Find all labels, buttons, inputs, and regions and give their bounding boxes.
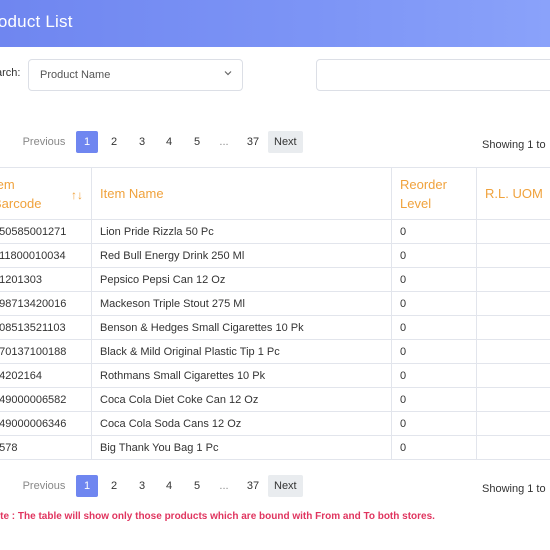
table-row[interactable]: 311800010034 Red Bull Energy Drink 250 M…	[0, 243, 550, 268]
cell-barcode: 01201303	[0, 267, 92, 292]
page-1-button[interactable]: 1	[76, 131, 98, 153]
table-row[interactable]: 798713420016 Mackeson Triple Stout 275 M…	[0, 291, 550, 316]
pagination-ellipsis: ...	[219, 136, 229, 148]
page-37-button[interactable]: 37	[241, 131, 265, 153]
cell-barcode: 070137100188	[0, 339, 92, 364]
table-row[interactable]: 049000006582 Coca Cola Diet Coke Can 12 …	[0, 387, 550, 412]
cell-barcode: 350585001271	[0, 219, 92, 244]
pagination-top: Previous 1 2 3 4 5 ... 37 Next	[0, 131, 310, 153]
cell-item-name: Pepsico Pepsi Can 12 Oz	[91, 267, 392, 292]
table-row[interactable]: 350585001271 Lion Pride Rizzla 50 Pc 0	[0, 219, 550, 244]
page-2-button[interactable]: 2	[103, 131, 125, 153]
column-header-label: R.L. UOM	[485, 186, 543, 201]
column-header-label: Item Name	[100, 186, 164, 201]
cell-barcode: 708513521103	[0, 315, 92, 340]
cell-rl-uom	[476, 243, 550, 268]
cell-rl-uom	[476, 435, 550, 460]
cell-barcode: 049000006346	[0, 411, 92, 436]
cell-item-name: Lion Pride Rizzla 50 Pc	[91, 219, 392, 244]
page-3-button[interactable]: 3	[131, 475, 153, 497]
cell-rl-uom	[476, 387, 550, 412]
next-button[interactable]: Next	[268, 475, 303, 497]
cell-rl-uom	[476, 267, 550, 292]
table-row[interactable]: 049000006346 Coca Cola Soda Cans 12 Oz 0	[0, 411, 550, 436]
next-button[interactable]: Next	[268, 131, 303, 153]
page-37-button[interactable]: 37	[241, 475, 265, 497]
cell-reorder-level: 0	[391, 315, 477, 340]
chevron-down-icon	[224, 71, 232, 76]
cell-reorder-level: 0	[391, 243, 477, 268]
cell-item-name: Black & Mild Original Plastic Tip 1 Pc	[91, 339, 392, 364]
cell-item-name: Red Bull Energy Drink 250 Ml	[91, 243, 392, 268]
table-row[interactable]: 1578 Big Thank You Bag 1 Pc 0	[0, 435, 550, 460]
table-row[interactable]: 070137100188 Black & Mild Original Plast…	[0, 339, 550, 364]
page-header: roduct List	[0, 0, 550, 47]
search-label: arch:	[0, 67, 21, 79]
previous-button[interactable]: Previous	[12, 131, 76, 153]
table-row[interactable]: 708513521103 Benson & Hedges Small Cigar…	[0, 315, 550, 340]
cell-rl-uom	[476, 315, 550, 340]
cell-rl-uom	[476, 411, 550, 436]
cell-barcode: 798713420016	[0, 291, 92, 316]
cell-reorder-level: 0	[391, 339, 477, 364]
cell-item-name: Benson & Hedges Small Cigarettes 10 Pk	[91, 315, 392, 340]
column-header-label: tem	[0, 176, 15, 192]
column-header-item-name[interactable]: Item Name	[91, 167, 392, 220]
showing-entries-text: Showing 1 to	[482, 483, 546, 495]
pagination-bottom: Previous 1 2 3 4 5 ... 37 Next	[0, 475, 310, 497]
page-1-button[interactable]: 1	[76, 475, 98, 497]
table-header-row: tem Barcode ↑↓ Item Name Reorder Level R…	[0, 167, 550, 220]
store-binding-note: ote : The table will show only those pro…	[0, 511, 435, 522]
cell-item-name: Rothmans Small Cigarettes 10 Pk	[91, 363, 392, 388]
cell-rl-uom	[476, 339, 550, 364]
cell-item-name: Big Thank You Bag 1 Pc	[91, 435, 392, 460]
table-row[interactable]: 74202164 Rothmans Small Cigarettes 10 Pk…	[0, 363, 550, 388]
pagination-ellipsis: ...	[219, 480, 229, 492]
cell-reorder-level: 0	[391, 411, 477, 436]
cell-rl-uom	[476, 219, 550, 244]
column-header-item-barcode[interactable]: tem Barcode ↑↓	[0, 167, 92, 220]
search-field-select[interactable]: Product Name	[28, 59, 243, 91]
cell-reorder-level: 0	[391, 435, 477, 460]
page-4-button[interactable]: 4	[158, 475, 180, 497]
cell-item-name: Coca Cola Diet Coke Can 12 Oz	[91, 387, 392, 412]
search-input[interactable]	[316, 59, 550, 91]
table-row[interactable]: 01201303 Pepsico Pepsi Can 12 Oz 0	[0, 267, 550, 292]
page-4-button[interactable]: 4	[158, 131, 180, 153]
column-header-label: Reorder	[400, 176, 447, 192]
cell-reorder-level: 0	[391, 387, 477, 412]
page-5-button[interactable]: 5	[186, 475, 208, 497]
cell-reorder-level: 0	[391, 267, 477, 292]
cell-reorder-level: 0	[391, 291, 477, 316]
cell-barcode: 1578	[0, 435, 92, 460]
cell-item-name: Mackeson Triple Stout 275 Ml	[91, 291, 392, 316]
cell-reorder-level: 0	[391, 363, 477, 388]
page-2-button[interactable]: 2	[103, 475, 125, 497]
search-field-value: Product Name	[40, 69, 111, 81]
page-3-button[interactable]: 3	[131, 131, 153, 153]
column-header-rl-uom[interactable]: R.L. UOM	[476, 167, 550, 220]
page-title: roduct List	[0, 12, 73, 31]
showing-entries-text: Showing 1 to	[482, 139, 546, 151]
cell-barcode: 74202164	[0, 363, 92, 388]
page-5-button[interactable]: 5	[186, 131, 208, 153]
cell-barcode: 049000006582	[0, 387, 92, 412]
column-header-reorder-level[interactable]: Reorder Level	[391, 167, 477, 220]
cell-barcode: 311800010034	[0, 243, 92, 268]
cell-item-name: Coca Cola Soda Cans 12 Oz	[91, 411, 392, 436]
column-header-label: Level	[400, 195, 432, 211]
previous-button[interactable]: Previous	[12, 475, 76, 497]
product-table: tem Barcode ↑↓ Item Name Reorder Level R…	[0, 167, 550, 460]
cell-rl-uom	[476, 363, 550, 388]
cell-rl-uom	[476, 291, 550, 316]
cell-reorder-level: 0	[391, 219, 477, 244]
sort-icon[interactable]: ↑↓	[71, 186, 83, 205]
column-header-label: Barcode	[0, 195, 42, 211]
